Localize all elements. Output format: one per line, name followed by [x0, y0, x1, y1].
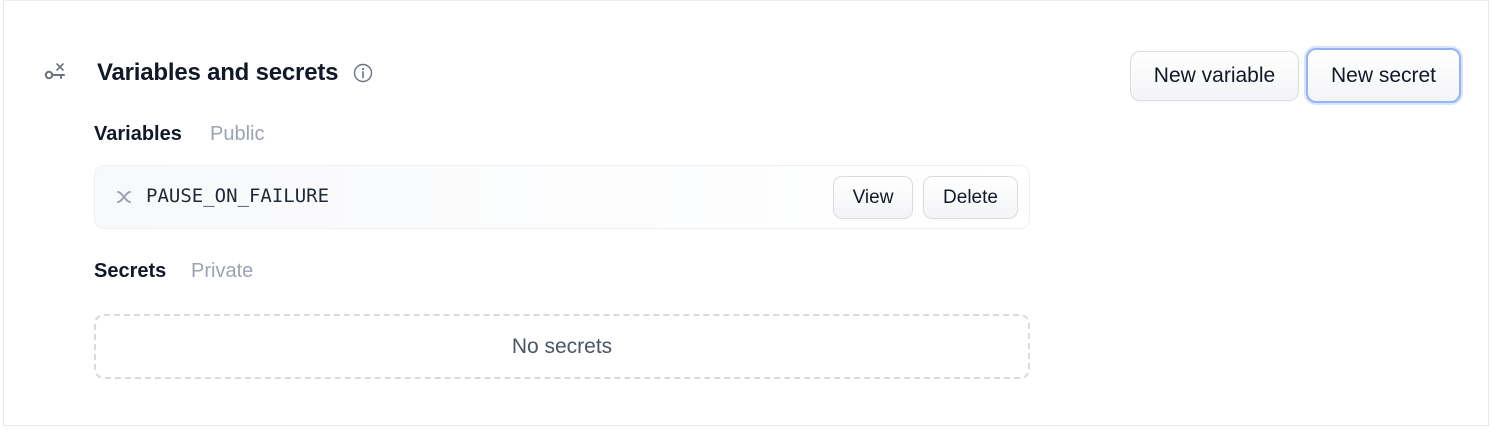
secrets-heading: Secrets — [94, 260, 167, 282]
key-variable-icon — [44, 61, 68, 83]
view-variable-button[interactable]: View — [833, 176, 913, 219]
variables-visibility-label: Public — [210, 123, 265, 145]
delete-variable-button[interactable]: Delete — [923, 176, 1018, 219]
info-icon[interactable] — [353, 63, 373, 83]
variables-secrets-panel: Variables and secrets New variable New s… — [3, 0, 1489, 426]
variable-name: PAUSE_ON_FAILURE — [146, 185, 330, 207]
new-variable-button[interactable]: New variable — [1130, 51, 1299, 101]
new-secret-button[interactable]: New secret — [1306, 48, 1461, 103]
variable-row: PAUSE_ON_FAILURE View Delete — [94, 165, 1030, 229]
secrets-visibility-label: Private — [191, 260, 254, 282]
secrets-empty-state: No secrets — [94, 314, 1030, 379]
variable-x-icon — [115, 188, 133, 206]
section-title: Variables and secrets — [97, 59, 339, 86]
variables-heading: Variables — [94, 123, 182, 145]
